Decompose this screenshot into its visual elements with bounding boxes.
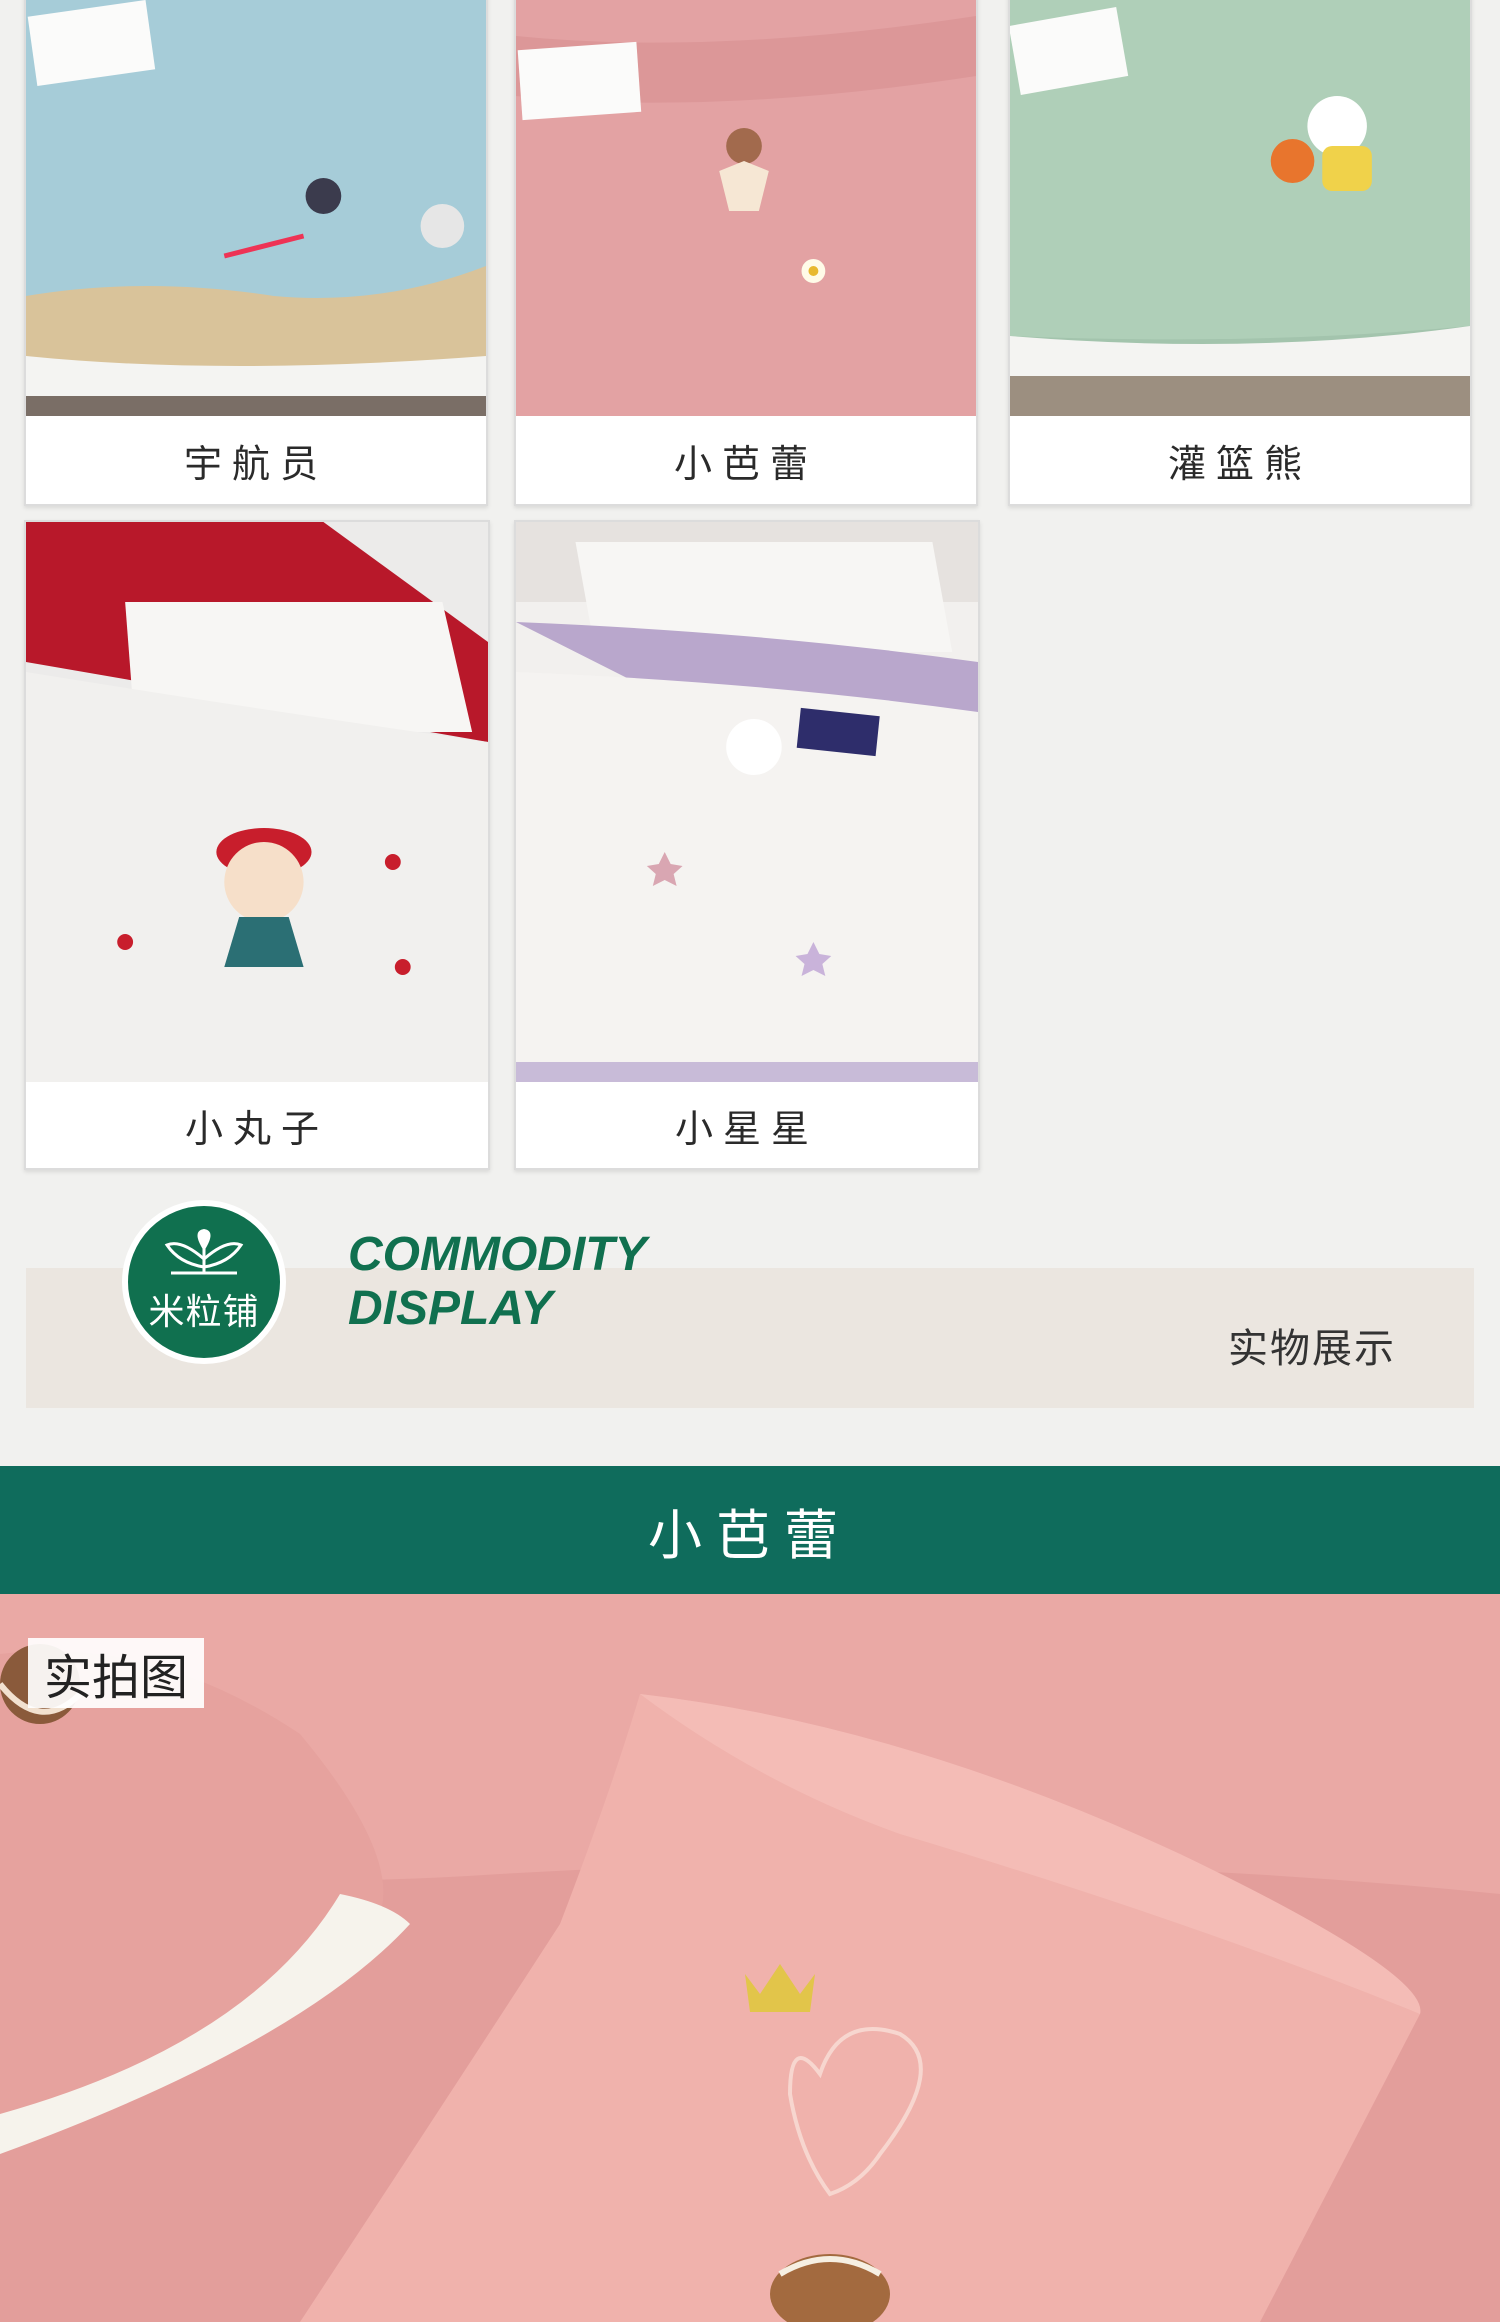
ballet-bedding-photo bbox=[516, 0, 976, 420]
banner-title-line2: DISPLAY bbox=[348, 1282, 553, 1335]
brand-name: 米粒铺 bbox=[148, 1292, 260, 1333]
product-card-maruko[interactable]: 小丸子 bbox=[24, 520, 490, 1170]
banner-title: COMMODITY DISPLAY bbox=[348, 1228, 768, 1336]
astronaut-bedding-photo bbox=[26, 0, 486, 420]
banner-title-line1: COMMODITY bbox=[348, 1228, 647, 1281]
product-name: 灌篮熊 bbox=[1010, 416, 1470, 504]
product-name: 小丸子 bbox=[26, 1082, 488, 1168]
product-card-ballet[interactable]: 小芭蕾 bbox=[514, 0, 978, 506]
product-name: 小芭蕾 bbox=[516, 416, 976, 504]
product-card-dunk-bear[interactable]: 灌篮熊 bbox=[1008, 0, 1472, 506]
maruko-bedding-photo bbox=[26, 522, 488, 1086]
dunk-bear-bedding-photo bbox=[1010, 0, 1470, 420]
brand-logo: 米粒铺 bbox=[122, 1200, 286, 1364]
product-card-little-star[interactable]: 小星星 bbox=[514, 520, 980, 1170]
banner-subtitle: 实物展示 bbox=[1228, 1326, 1396, 1372]
product-name: 宇航员 bbox=[26, 416, 486, 504]
leaf-icon bbox=[164, 1229, 244, 1275]
little-star-bedding-photo bbox=[516, 522, 978, 1086]
section-title: 小芭蕾 bbox=[0, 1466, 1500, 1594]
real-photo-tag: 实拍图 bbox=[28, 1638, 205, 1708]
product-name: 小星星 bbox=[516, 1082, 978, 1168]
ballet-detail-photo bbox=[0, 1594, 1500, 2322]
product-card-astronaut[interactable]: 宇航员 bbox=[24, 0, 488, 506]
